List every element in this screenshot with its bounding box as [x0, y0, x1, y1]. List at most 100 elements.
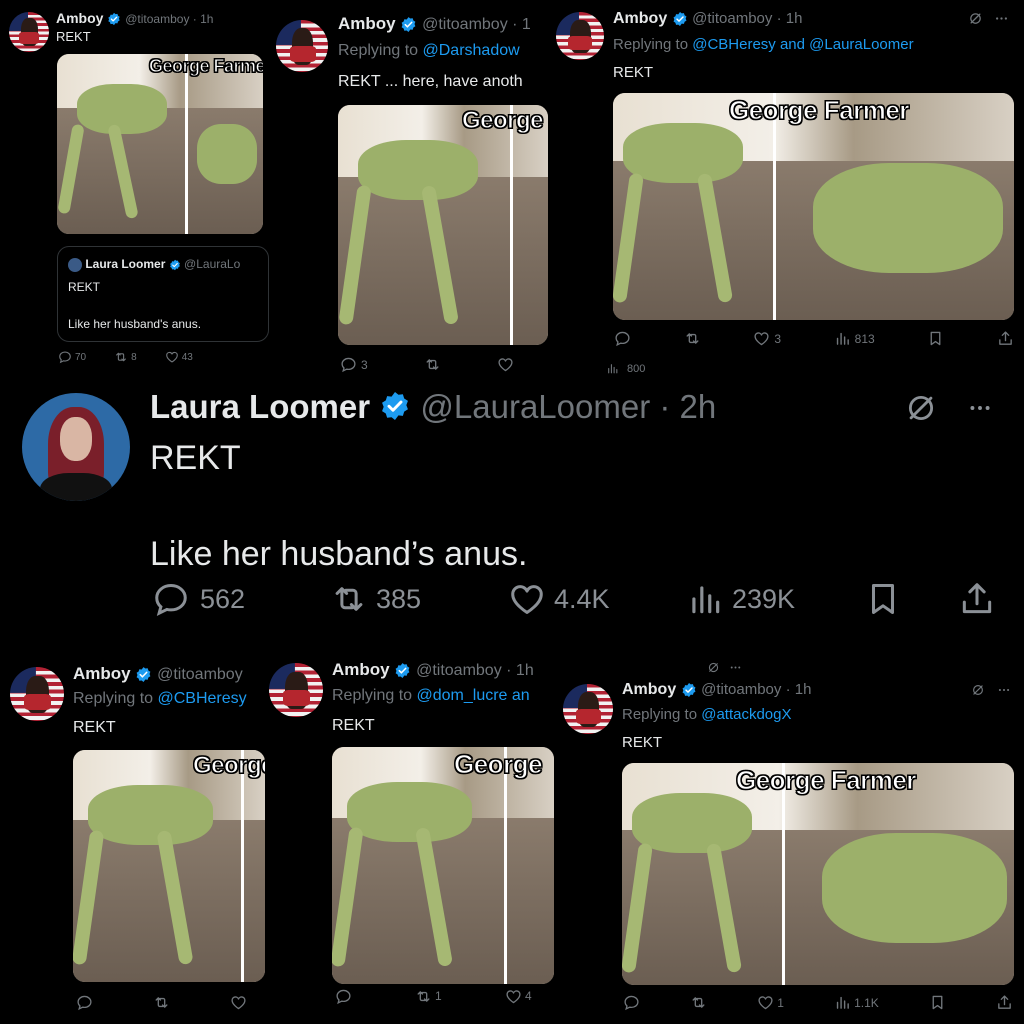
- more-icon[interactable]: [729, 661, 742, 674]
- views-button[interactable]: 813: [834, 330, 875, 347]
- avatar[interactable]: [9, 12, 49, 52]
- like-icon: [508, 580, 546, 618]
- tweet-image[interactable]: George: [338, 105, 548, 345]
- views-icon: [834, 994, 851, 1011]
- repost-button[interactable]: [153, 994, 170, 1011]
- reply-prefix: Replying to: [613, 36, 693, 53]
- like-button[interactable]: 4: [505, 988, 532, 1005]
- reply-to-link[interactable]: @CBHeresy and @LauraLoomer: [692, 36, 913, 53]
- tweet-image[interactable]: George: [332, 747, 554, 984]
- author-handle[interactable]: @titoamboy · 1h: [125, 12, 213, 26]
- reply-button[interactable]: 70: [58, 350, 86, 364]
- author-name[interactable]: Amboy: [338, 14, 396, 33]
- avatar[interactable]: [563, 684, 613, 734]
- reply-icon: [614, 330, 631, 347]
- author-name[interactable]: Laura Loomer: [150, 388, 370, 425]
- author-name[interactable]: Amboy: [622, 681, 676, 698]
- tweet-text: REKT: [622, 734, 663, 751]
- repost-icon: [415, 988, 432, 1005]
- like-button[interactable]: [497, 356, 514, 373]
- bookmark-button[interactable]: [864, 580, 902, 618]
- tweet-screenshot-bottom-3: Amboy @titoamboy · 1h Replying to @attac…: [557, 655, 1024, 1024]
- tweet-image[interactable]: George Farmer: [622, 763, 1014, 985]
- views-button[interactable]: 239K: [686, 580, 795, 618]
- author-handle[interactable]: @titoamboy: [157, 666, 243, 683]
- avatar[interactable]: [22, 393, 130, 501]
- more-icon[interactable]: [962, 395, 998, 421]
- reply-button[interactable]: [614, 330, 631, 347]
- tweet-text-line-1: REKT: [150, 439, 241, 477]
- repost-button[interactable]: [690, 994, 707, 1011]
- grok-icon[interactable]: [971, 683, 985, 697]
- bookmark-button[interactable]: [929, 994, 946, 1011]
- author-handle[interactable]: @titoamboy · 1h: [416, 662, 534, 679]
- repost-count: 385: [376, 583, 422, 614]
- reply-to-link[interactable]: @attackdogX: [701, 706, 791, 723]
- avatar[interactable]: [269, 663, 323, 717]
- reply-prefix: Replying to: [332, 687, 417, 704]
- avatar[interactable]: [556, 12, 604, 60]
- repost-icon: [330, 580, 368, 618]
- like-button[interactable]: 3: [753, 330, 781, 347]
- views-count: 813: [854, 331, 875, 346]
- reply-to-link[interactable]: @Darshadow: [423, 42, 520, 59]
- share-button[interactable]: [958, 580, 996, 618]
- share-icon: [958, 580, 996, 618]
- bookmark-button[interactable]: [927, 330, 944, 347]
- avatar[interactable]: [10, 667, 64, 721]
- author-handle[interactable]: @titoamboy · 1h: [692, 10, 802, 27]
- reply-icon: [152, 580, 190, 618]
- grok-icon[interactable]: [904, 391, 938, 425]
- repost-button[interactable]: [424, 356, 441, 373]
- reply-to-link[interactable]: @CBHeresy: [158, 690, 247, 707]
- author-name[interactable]: Amboy: [56, 10, 103, 26]
- avatar[interactable]: [276, 20, 328, 72]
- views-button[interactable]: 1.1K: [834, 994, 879, 1011]
- reply-icon: [335, 988, 352, 1005]
- verified-badge-icon: [379, 390, 411, 422]
- reply-button[interactable]: 3: [340, 356, 368, 373]
- like-button[interactable]: 4.4K: [508, 580, 610, 618]
- like-button[interactable]: 1: [757, 994, 784, 1011]
- reply-button[interactable]: [623, 994, 640, 1011]
- author-handle[interactable]: @titoamboy · 1h: [701, 681, 811, 698]
- reply-prefix: Replying to: [622, 706, 702, 723]
- reply-context: Replying to @attackdogX: [622, 706, 792, 723]
- author-name[interactable]: Amboy: [332, 660, 390, 679]
- reply-button[interactable]: 562: [152, 580, 245, 618]
- reply-button[interactable]: [335, 988, 352, 1005]
- author-name[interactable]: Amboy: [613, 10, 667, 27]
- grok-icon[interactable]: [707, 661, 720, 674]
- meme-caption: George: [461, 107, 544, 135]
- grok-icon[interactable]: [968, 11, 983, 26]
- bookmark-icon: [929, 994, 946, 1011]
- verified-badge-icon: [169, 259, 181, 271]
- verified-badge-icon: [400, 16, 417, 33]
- more-icon[interactable]: [997, 683, 1011, 697]
- author-name[interactable]: Amboy: [73, 664, 131, 683]
- reply-count: 3: [361, 357, 368, 372]
- author-handle[interactable]: @LauraLoomer · 2h: [420, 388, 716, 425]
- tweet-image[interactable]: George Farmer: [57, 54, 263, 234]
- views-icon: [834, 330, 851, 347]
- repost-icon: [424, 356, 441, 373]
- like-button[interactable]: 43: [165, 350, 193, 364]
- repost-count: 1: [435, 989, 442, 1003]
- repost-button[interactable]: 1: [415, 988, 442, 1005]
- share-button[interactable]: [996, 994, 1013, 1011]
- repost-button[interactable]: [684, 330, 701, 347]
- verified-badge-icon: [672, 11, 688, 27]
- share-button[interactable]: [997, 330, 1014, 347]
- repost-button[interactable]: 8: [114, 350, 137, 364]
- more-icon[interactable]: [994, 11, 1009, 26]
- author-handle[interactable]: @titoamboy · 1: [422, 16, 531, 33]
- reply-button[interactable]: [76, 994, 93, 1011]
- quoted-tweet[interactable]: Laura Loomer @LauraLo REKT Like her husb…: [57, 246, 269, 342]
- tweet-screenshot-top-3: Amboy @titoamboy · 1h Replying to @CBHer…: [550, 0, 1024, 385]
- repost-button[interactable]: 385: [330, 580, 421, 618]
- like-button[interactable]: [230, 994, 247, 1011]
- share-icon: [996, 994, 1013, 1011]
- tweet-image[interactable]: George Farmer: [613, 93, 1014, 320]
- tweet-image[interactable]: George: [73, 750, 265, 982]
- reply-to-link[interactable]: @dom_lucre an: [417, 687, 530, 704]
